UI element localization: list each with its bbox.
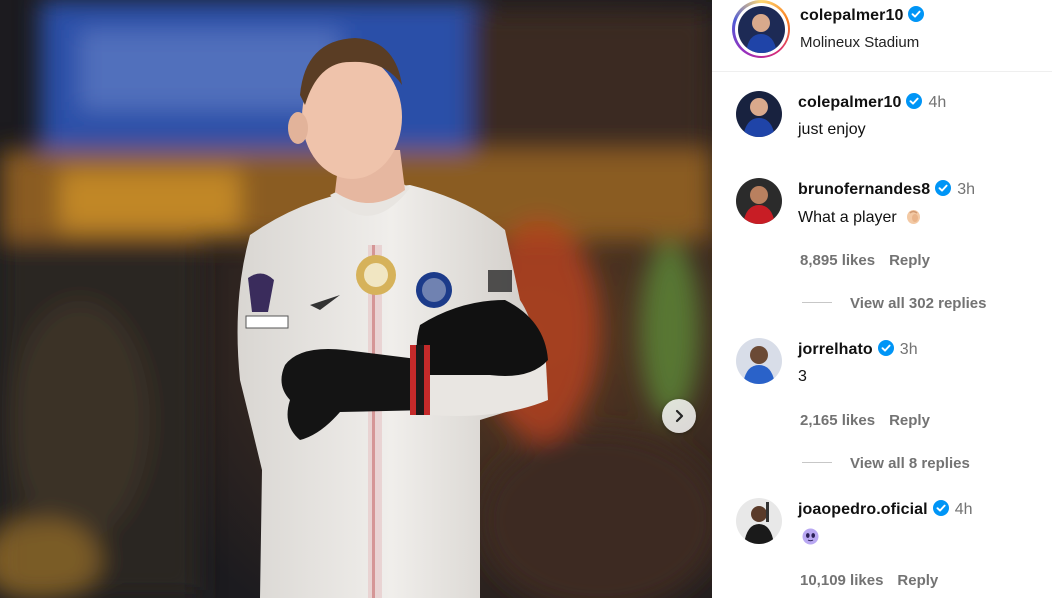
reply-button[interactable]: Reply xyxy=(897,572,938,589)
likes-count[interactable]: 2,165 likes xyxy=(800,412,875,429)
username[interactable]: colepalmer10 xyxy=(798,94,901,111)
clapping-hands-icon xyxy=(906,210,920,224)
view-replies-label: View all 302 replies xyxy=(850,295,987,312)
comment-time: 3h xyxy=(957,181,975,198)
likes-count[interactable]: 10,109 likes xyxy=(800,572,883,589)
divider xyxy=(802,302,832,303)
purple-alien-face-icon xyxy=(802,528,819,545)
post-header: colepalmer10 Molineux Stadium xyxy=(712,0,1052,72)
username[interactable]: brunofernandes8 xyxy=(798,181,930,198)
comment-text: 3 xyxy=(798,368,807,385)
divider xyxy=(802,462,832,463)
comment-meta: 2,165 likes Reply xyxy=(800,412,930,429)
likes-count[interactable]: 8,895 likes xyxy=(800,252,875,269)
story-ring[interactable] xyxy=(732,0,790,58)
verified-badge-icon xyxy=(906,93,923,109)
avatar[interactable] xyxy=(737,5,785,53)
avatar[interactable] xyxy=(736,338,782,384)
avatar[interactable] xyxy=(736,91,782,137)
reply-button[interactable]: Reply xyxy=(889,412,930,429)
comment-text: just enjoy xyxy=(798,121,866,138)
comment-text: What a player xyxy=(798,208,922,227)
reply-button[interactable]: Reply xyxy=(889,252,930,269)
post-media[interactable] xyxy=(0,0,712,598)
comment-time: 3h xyxy=(899,341,918,358)
username[interactable]: jorrelhato xyxy=(798,341,873,358)
username[interactable]: joaopedro.oficial xyxy=(798,501,928,518)
username[interactable]: colepalmer10 xyxy=(800,7,903,24)
view-replies-label: View all 8 replies xyxy=(850,455,970,472)
verified-badge-icon xyxy=(877,340,894,356)
avatar[interactable] xyxy=(736,498,782,544)
comments-panel: colepalmer10 Molineux Stadium colepalmer… xyxy=(712,0,1052,598)
comment-text-body: What a player xyxy=(798,209,897,226)
verified-badge-icon xyxy=(935,180,952,196)
verified-badge-icon xyxy=(932,500,949,516)
comment-time: 4h xyxy=(954,501,973,518)
next-photo-button[interactable] xyxy=(662,399,696,433)
comment-meta: 8,895 likes Reply xyxy=(800,252,930,269)
verified-badge-icon xyxy=(908,6,925,22)
comment-meta: 10,109 likes Reply xyxy=(800,572,938,589)
comment-time: 4h xyxy=(928,94,947,111)
view-replies-button[interactable]: View all 302 replies xyxy=(802,295,986,312)
post-photo xyxy=(0,0,712,598)
view-replies-button[interactable]: View all 8 replies xyxy=(802,455,970,472)
post-author[interactable]: colepalmer10 xyxy=(800,6,925,25)
chevron-right-icon xyxy=(675,409,684,423)
avatar[interactable] xyxy=(736,178,782,224)
post-location[interactable]: Molineux Stadium xyxy=(800,34,919,51)
comment-text xyxy=(798,528,819,547)
